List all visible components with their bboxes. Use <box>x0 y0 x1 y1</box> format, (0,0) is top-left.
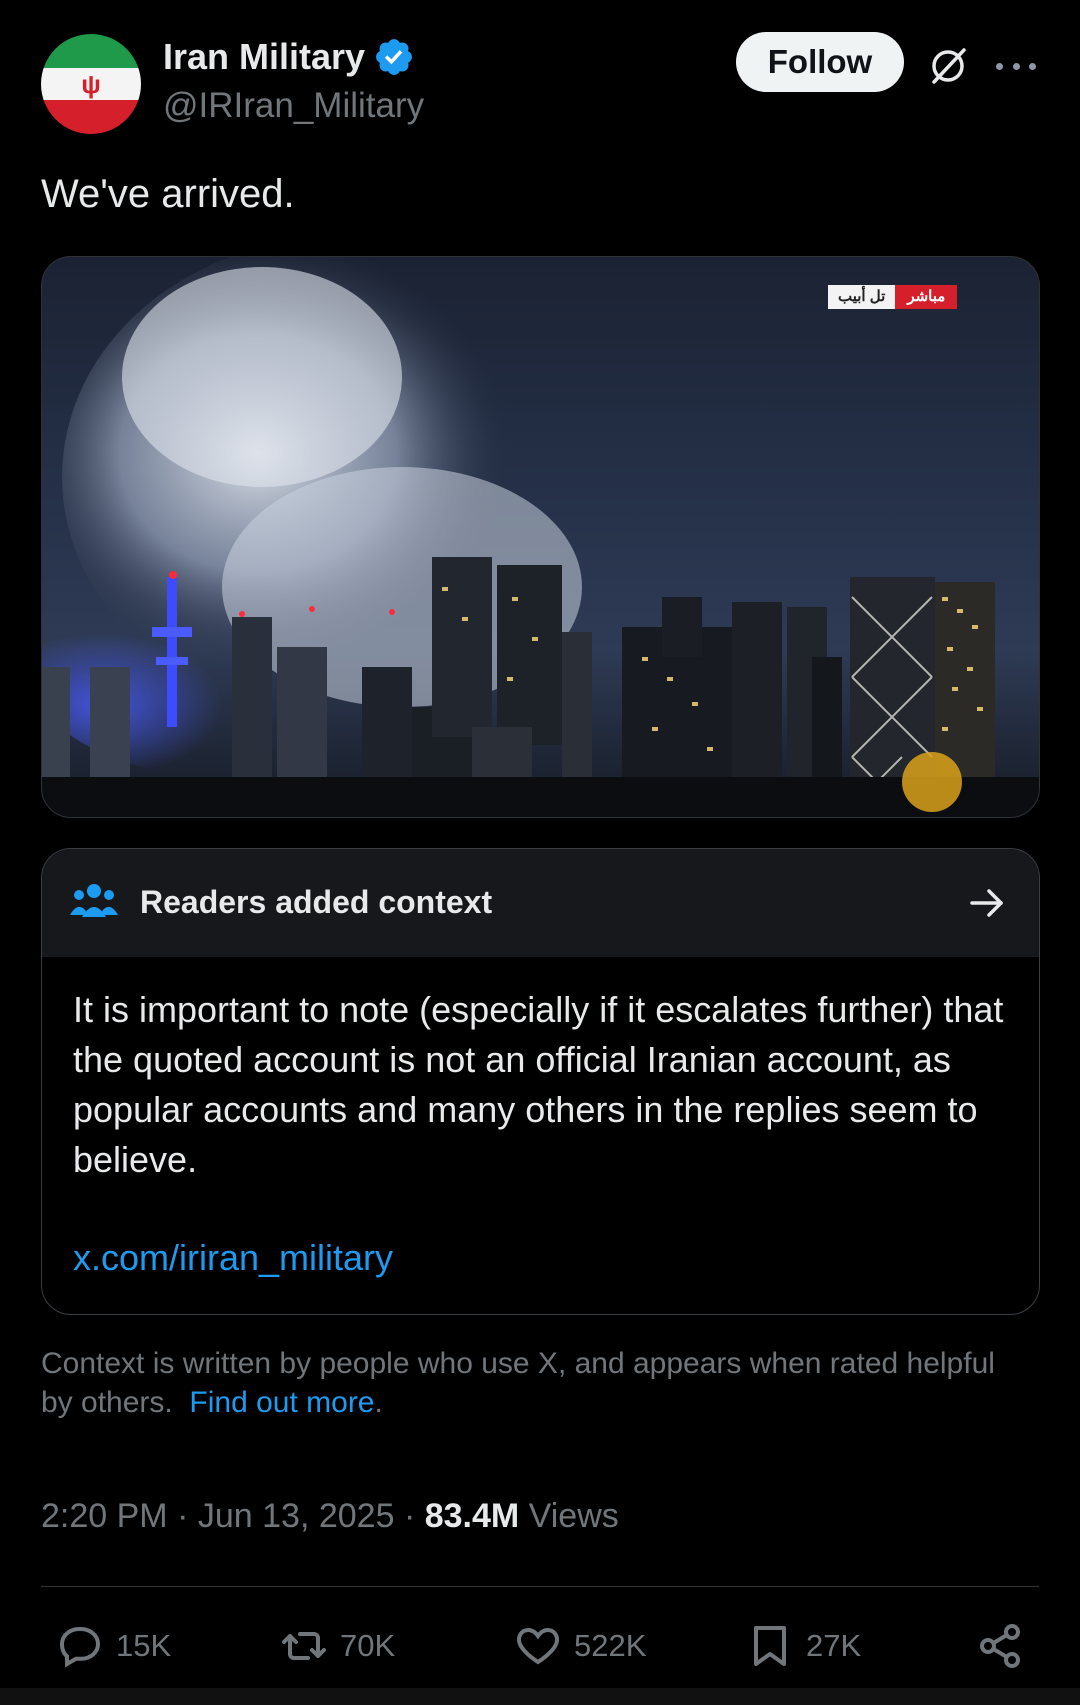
live-label: مباشر <box>895 285 958 309</box>
more-icon[interactable] <box>996 48 1036 84</box>
like-button[interactable]: 522K <box>514 1622 646 1670</box>
bookmark-icon <box>754 1626 786 1666</box>
like-count: 522K <box>574 1628 647 1663</box>
people-icon <box>70 884 118 917</box>
divider <box>41 1586 1039 1587</box>
find-out-more-link[interactable]: Find out more <box>189 1386 374 1419</box>
community-note-title: Readers added context <box>140 884 493 920</box>
avatar[interactable]: ψ <box>41 34 141 134</box>
views-label: Views <box>528 1497 619 1535</box>
meta-separator: · <box>177 1497 198 1535</box>
tweet-date[interactable]: Jun 13, 2025 <box>198 1497 395 1535</box>
context-info: Context is written by people who use X, … <box>41 1344 1001 1422</box>
meta-separator: · <box>403 1497 425 1535</box>
follow-button[interactable]: Follow <box>736 32 904 92</box>
action-bar: 15K 70K 522K 27K <box>0 1622 1080 1678</box>
tweet-detail: ψ Iran Military @IRIran_Military Follow … <box>0 0 1080 1705</box>
community-note-link[interactable]: x.com/iriran_military <box>73 1237 393 1279</box>
context-info-text: Context is written by people who use X, … <box>41 1347 995 1419</box>
reply-icon <box>59 1627 101 1668</box>
tweet-text: We've arrived. <box>41 172 295 216</box>
community-note-header[interactable]: Readers added context <box>42 849 1039 957</box>
tweet-time[interactable]: 2:20 PM <box>41 1497 168 1535</box>
repost-button[interactable]: 70K <box>280 1622 395 1670</box>
bookmark-button[interactable]: 27K <box>746 1622 861 1670</box>
repost-icon <box>282 1632 326 1660</box>
context-info-suffix: . <box>374 1386 383 1419</box>
author-handle[interactable]: @IRIran_Military <box>163 86 424 126</box>
grok-icon[interactable] <box>926 44 970 88</box>
verified-badge-icon <box>376 39 412 75</box>
like-icon <box>517 1627 559 1665</box>
reply-button[interactable]: 15K <box>56 1622 171 1670</box>
share-icon <box>980 1624 1020 1668</box>
bookmark-count: 27K <box>806 1628 862 1663</box>
location-label: تل أبيب <box>828 285 896 309</box>
bottom-bar <box>0 1688 1080 1705</box>
reply-count: 15K <box>116 1628 172 1663</box>
views-count[interactable]: 83.4M <box>425 1497 520 1535</box>
tweet-video[interactable]: تل أبيب مباشر <box>41 256 1040 818</box>
repost-count: 70K <box>340 1628 396 1663</box>
display-name[interactable]: Iran Military <box>163 36 365 78</box>
arrow-right-icon[interactable] <box>967 883 1007 923</box>
flag-emblem-icon: ψ <box>81 69 101 99</box>
tweet-meta: 2:20 PM · Jun 13, 2025 · 83.4M Views <box>41 1497 619 1536</box>
skyline-scene <box>42 257 1039 817</box>
author-name-row: Iran Military <box>163 36 415 78</box>
community-note: Readers added context It is important to… <box>41 848 1040 1315</box>
live-location-tag: تل أبيب مباشر <box>828 285 958 309</box>
share-button[interactable] <box>976 1622 1024 1670</box>
community-note-body: It is important to note (especially if i… <box>73 989 1004 1180</box>
